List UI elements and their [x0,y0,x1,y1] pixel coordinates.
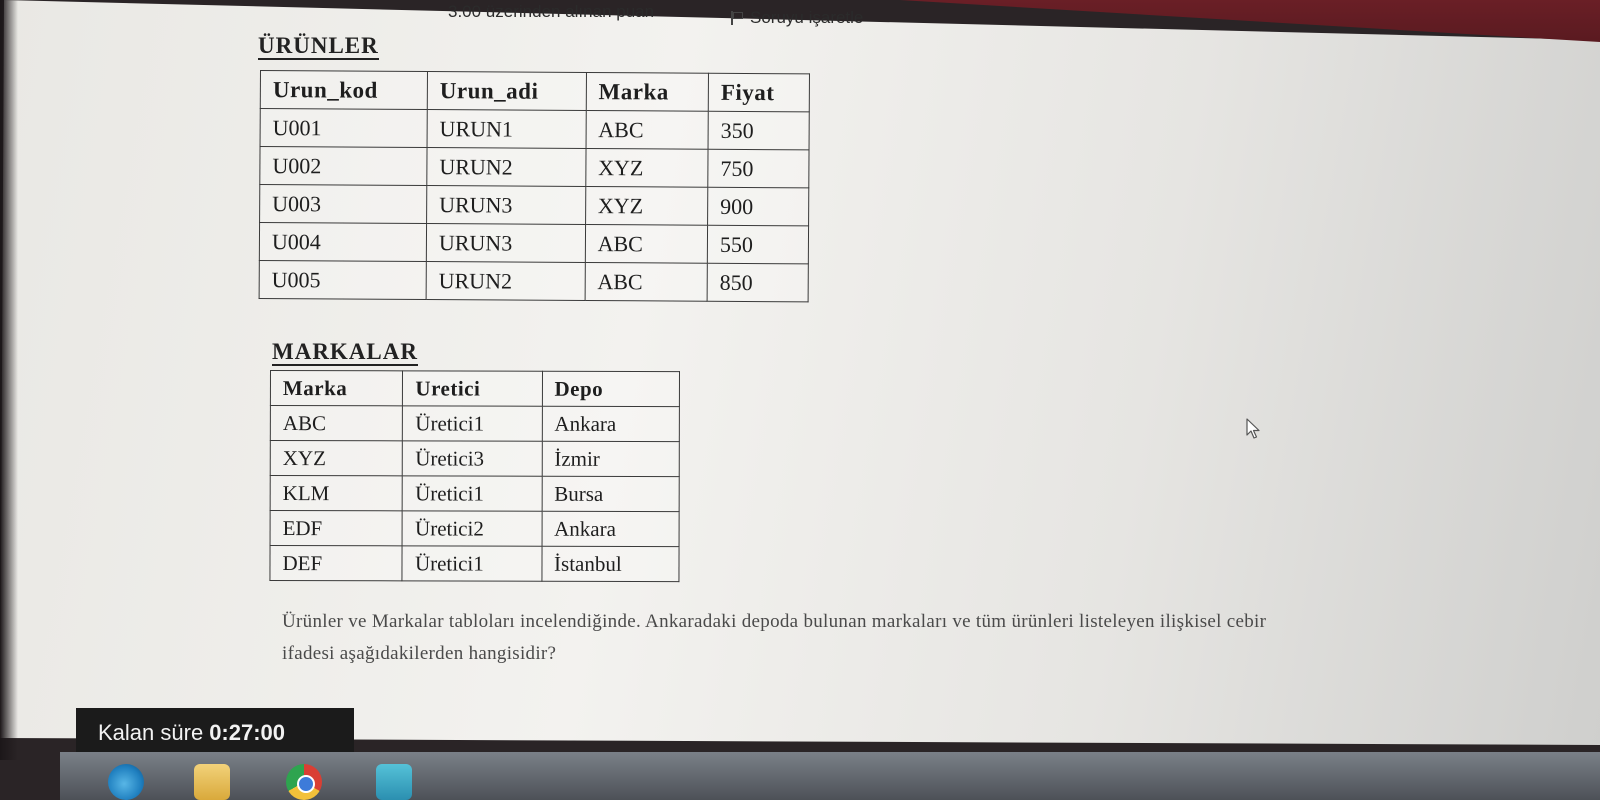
column-header: Fiyat [708,73,810,112]
table-cell: ABC [585,110,709,150]
chrome-icon[interactable] [286,764,322,800]
table-header-row: Marka Uretici Depo [270,370,680,407]
score-text: 3.00 üzerinden alınan puan [448,2,655,21]
urunler-table: Urun_kod Urun_adi Marka Fiyat U001 URUN1… [258,70,810,303]
table-cell: URUN2 [426,147,586,187]
folder-icon[interactable] [194,764,230,800]
table-row: U003 URUN3 XYZ 900 [259,184,809,226]
table-row: EDF Üretici2 Ankara [270,510,680,547]
table-cell: ABC [584,262,708,302]
table-cell: DEF [269,545,403,581]
table-cell: ABC [270,405,403,441]
table-cell: URUN2 [426,261,586,301]
table-cell: Üretici3 [402,440,542,477]
table-cell: Üretici2 [402,510,542,547]
remaining-time-value: 0:27:00 [209,720,286,745]
urunler-title: ÜRÜNLER [258,33,379,61]
app-icon[interactable] [376,764,412,800]
table-row: U001 URUN1 ABC 350 [260,108,810,150]
remaining-time: Kalan süre 0:27:00 [76,708,354,758]
table-cell: 550 [707,225,809,264]
table-row: U005 URUN2 ABC 850 [259,260,809,302]
table-cell: 850 [707,263,809,302]
table-row: U004 URUN3 ABC 550 [259,222,809,264]
table-cell: 900 [707,187,809,226]
table-cell: U002 [259,146,427,186]
mouse-cursor-icon [1246,418,1260,439]
table-cell: U003 [259,184,427,224]
table-cell: Bursa [541,476,680,512]
table-cell: Üretici1 [402,475,542,512]
table-cell: 350 [708,111,810,150]
table-cell: XYZ [585,186,708,226]
flag-question-label: Soruyu işaretle [750,8,864,27]
markalar-table: Marka Uretici Depo ABC Üretici1 Ankara X… [269,370,680,583]
table-cell: U001 [260,108,428,148]
table-row: KLM Üretici1 Bursa [270,475,680,512]
remaining-time-label: Kalan süre [98,720,204,745]
table-cell: URUN1 [426,109,586,149]
column-header: Depo [541,371,680,407]
flag-question-link[interactable]: Soruyu işaretle [730,8,863,28]
question-text: Ürünler ve Markalar tabloları incelendiğ… [282,611,1267,664]
taskbar [60,752,1600,800]
table-cell: ABC [585,224,708,264]
table-cell: XYZ [270,440,403,476]
table-cell: KLM [270,475,403,511]
table-row: U002 URUN2 XYZ 750 [259,146,810,188]
table-cell: EDF [270,510,403,546]
column-header: Marka [585,72,709,112]
column-header: Urun_adi [427,71,587,111]
table-row: XYZ Üretici3 İzmir [270,440,680,477]
column-header: Marka [270,370,403,406]
table-cell: İzmir [541,441,680,477]
internet-explorer-icon[interactable] [108,764,144,800]
table-cell: 750 [707,149,810,188]
table-row: DEF Üretici1 İstanbul [269,545,680,582]
table-cell: U005 [259,260,427,300]
table-cell: URUN3 [426,185,586,225]
table-cell: XYZ [585,148,709,188]
markalar-title: MARKALAR [272,339,418,367]
column-header: Uretici [402,370,543,407]
table-cell: Üretici1 [402,405,542,442]
table-cell: Üretici1 [402,545,542,582]
table-cell: Ankara [541,511,680,547]
table-cell: İstanbul [541,546,680,582]
table-cell: U004 [259,222,427,262]
table-header-row: Urun_kod Urun_adi Marka Fiyat [260,70,810,112]
table-cell: URUN3 [426,223,586,263]
column-header: Urun_kod [260,70,428,110]
screen-edge-shadow [0,0,18,760]
table-cell: Ankara [541,406,680,442]
table-row: ABC Üretici1 Ankara [270,405,680,442]
flag-icon [730,11,743,25]
